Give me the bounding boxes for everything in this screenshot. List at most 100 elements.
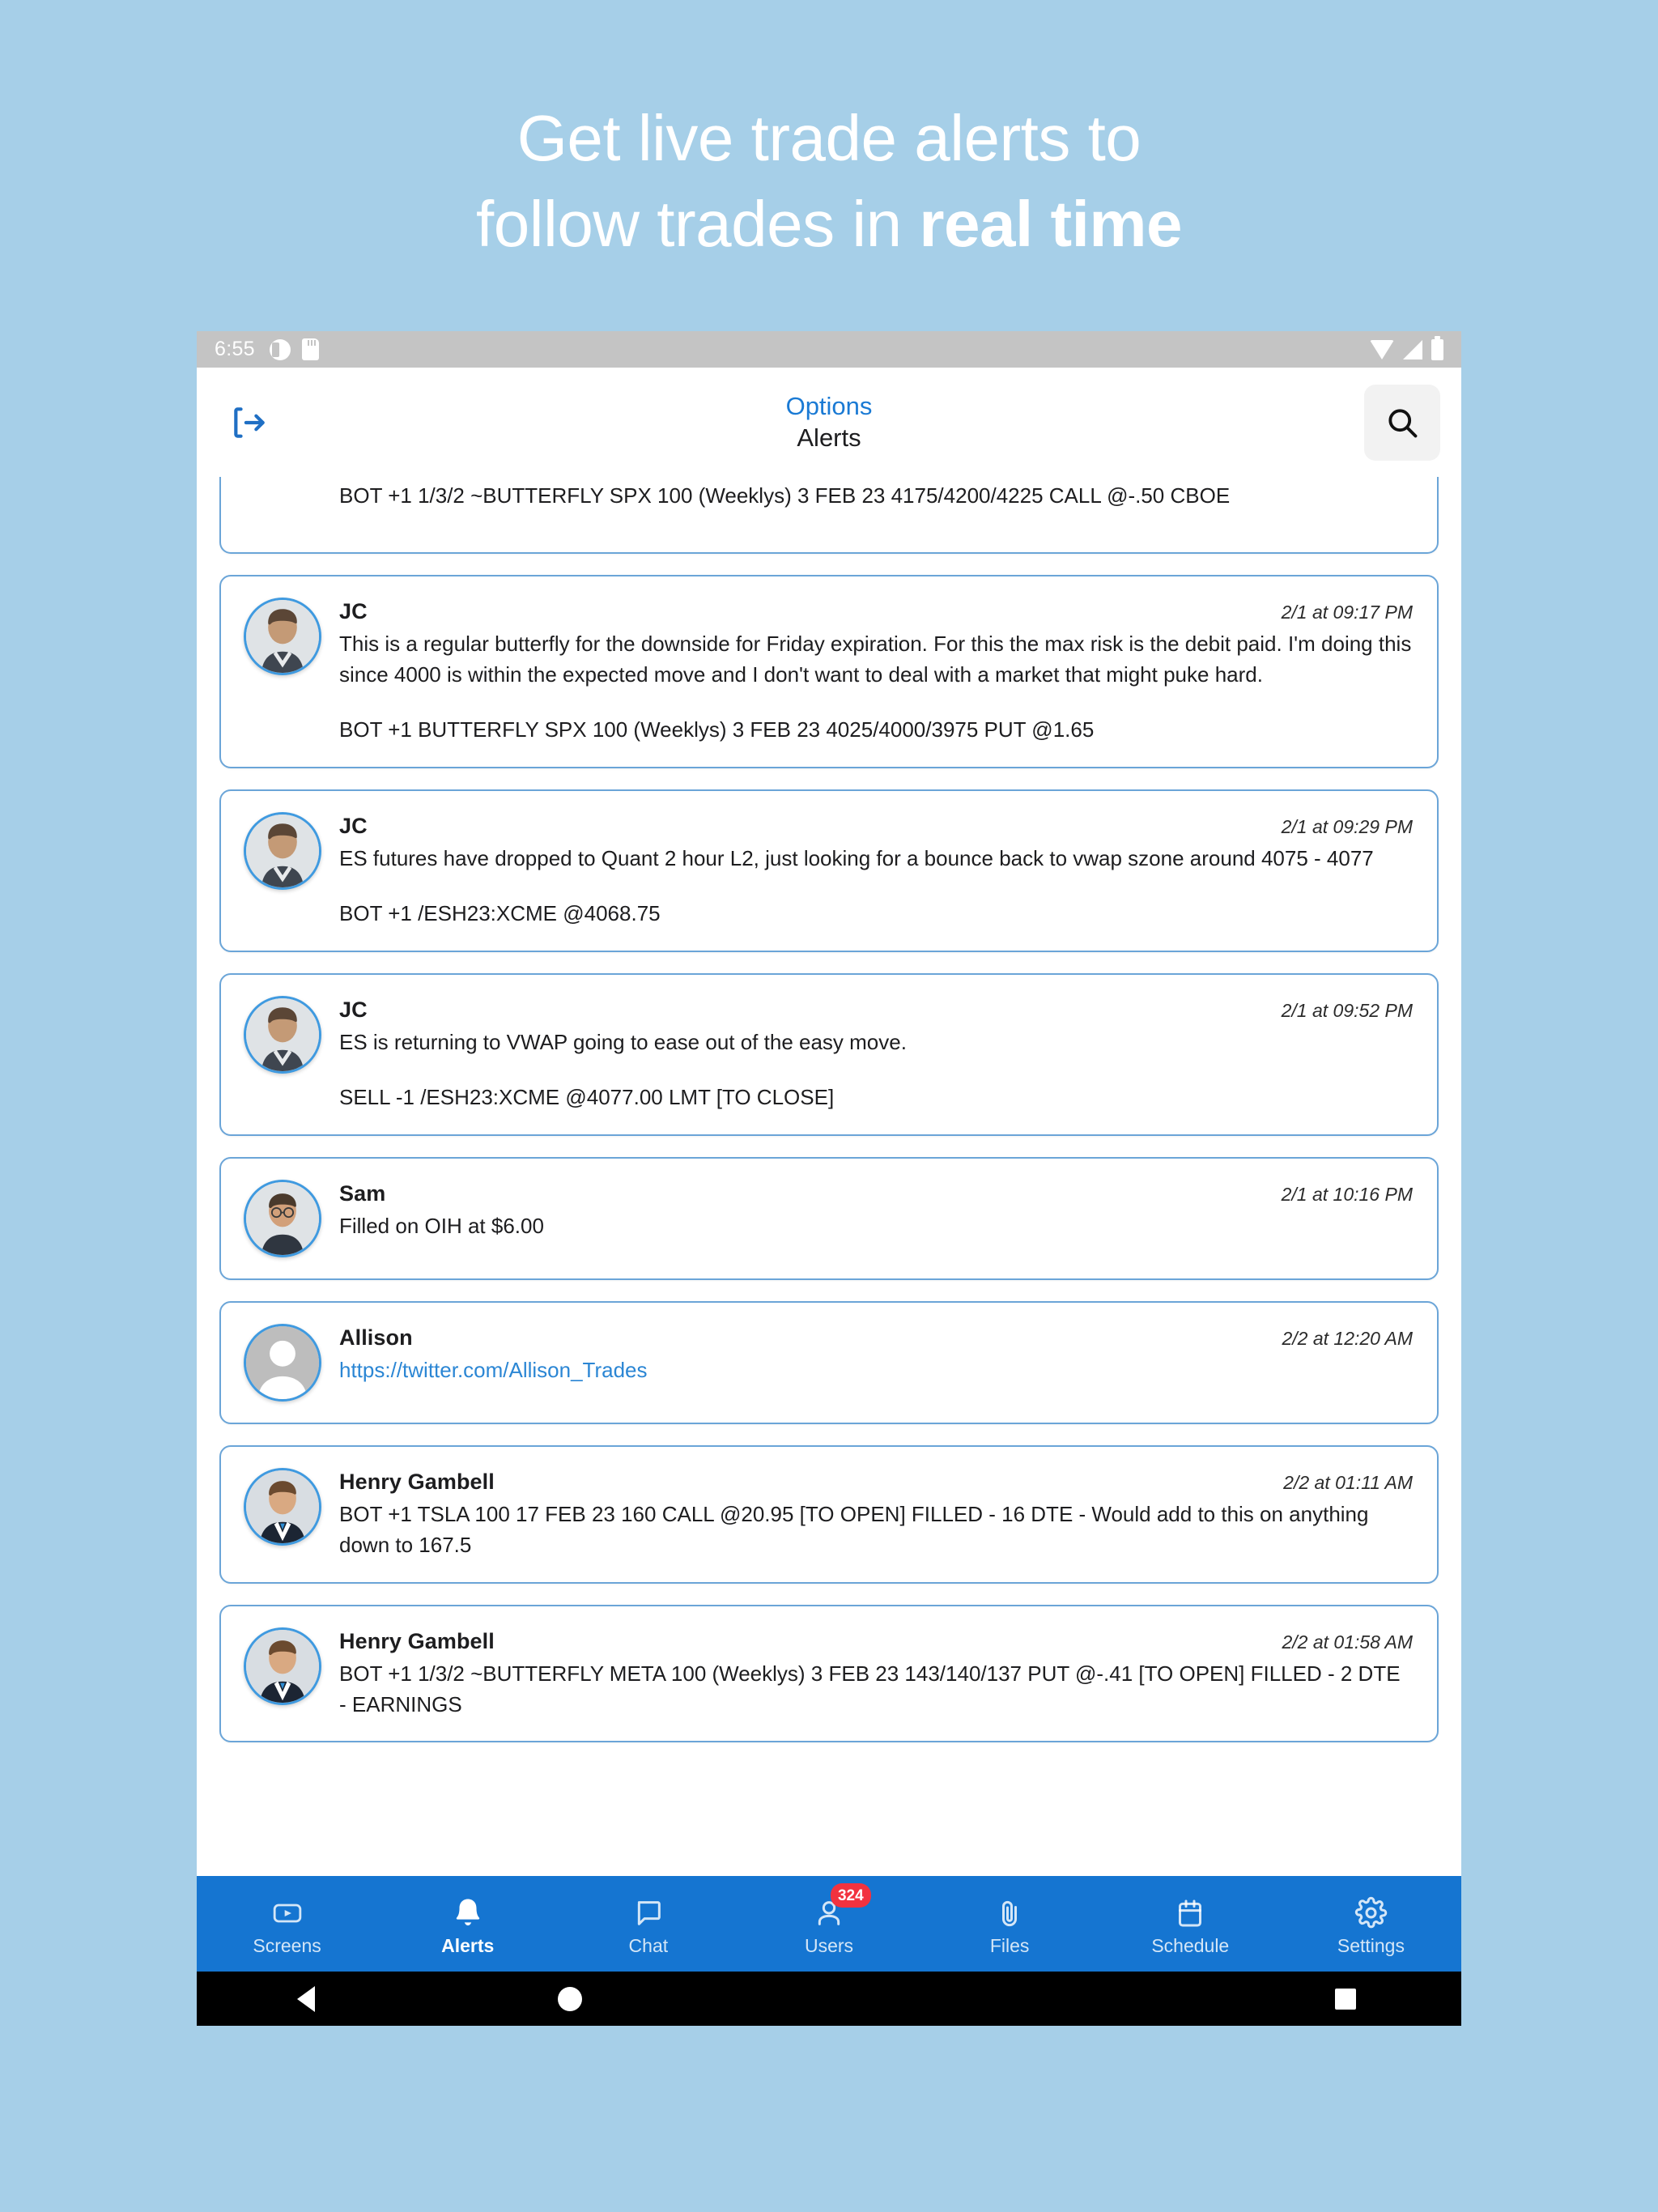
alert-card[interactable]: Henry Gambell 2/2 at 01:11 AM BOT +1 TSL… xyxy=(219,1444,1439,1584)
android-back-icon[interactable] xyxy=(297,1985,315,2012)
search-icon xyxy=(1388,408,1418,437)
android-recents-icon[interactable] xyxy=(1335,1988,1356,2010)
avatar xyxy=(244,1179,321,1257)
avatar-photo-icon xyxy=(246,998,319,1071)
alert-author: JC xyxy=(339,599,368,623)
alert-order-line: BOT +1 1/3/2 ~BUTTERFLY META 100 (Weekly… xyxy=(339,1661,1401,1716)
alert-author: Sam xyxy=(339,1180,386,1206)
avatar xyxy=(244,1627,321,1705)
tab-screens[interactable]: Screens xyxy=(197,1876,377,1972)
chat-icon xyxy=(632,1892,665,1929)
battery-icon xyxy=(1431,335,1443,360)
alert-card-body: JC 2/1 at 09:52 PM ES is returning to VW… xyxy=(339,996,1413,1113)
alert-card-header: Allison 2/2 at 12:20 AM xyxy=(339,1325,1413,1351)
alert-card-body: JC 2/1 at 09:17 PM This is a regular but… xyxy=(339,598,1413,746)
tab-label: Files xyxy=(989,1935,1030,1956)
alert-timestamp: 2/2 at 12:20 AM xyxy=(1282,1327,1413,1349)
avatar-placeholder-icon xyxy=(246,1325,319,1399)
alert-card[interactable]: JC 2/1 at 09:17 PM This is a regular but… xyxy=(219,575,1439,768)
page-title-primary: Options xyxy=(785,391,873,420)
alert-card-clipped[interactable]: BOT +1 1/3/2 ~BUTTERFLY SPX 100 (Weeklys… xyxy=(219,477,1439,554)
alerts-feed[interactable]: BOT +1 1/3/2 ~BUTTERFLY SPX 100 (Weeklys… xyxy=(197,477,1461,1876)
screens-icon xyxy=(271,1892,304,1929)
headline-line-2: follow trades in real time xyxy=(0,181,1658,267)
alert-card-body: Henry Gambell 2/2 at 01:58 AM BOT +1 1/3… xyxy=(339,1627,1413,1721)
avatar xyxy=(244,1467,321,1546)
alert-timestamp: 2/2 at 01:58 AM xyxy=(1282,1631,1413,1653)
alert-card-body: JC 2/1 at 09:29 PM ES futures have dropp… xyxy=(339,812,1413,929)
tab-schedule[interactable]: Schedule xyxy=(1100,1876,1281,1972)
status-bar: 6:55 xyxy=(197,331,1461,368)
tab-alerts[interactable]: Alerts xyxy=(377,1876,558,1972)
alert-card-header: Henry Gambell 2/2 at 01:11 AM xyxy=(339,1470,1413,1495)
alert-order-line: BOT +1 BUTTERFLY SPX 100 (Weeklys) 3 FEB… xyxy=(339,717,1095,742)
alert-order-line: BOT +1 /ESH23:XCME @4068.75 xyxy=(339,900,661,925)
sd-card-icon xyxy=(301,338,319,360)
alert-message: ES is returning to VWAP going to ease ou… xyxy=(339,1029,907,1054)
page-title: Options Alerts xyxy=(197,391,1461,454)
headline-line-2-emphasis: real time xyxy=(919,188,1182,261)
alert-card-header: JC 2/1 at 09:52 PM xyxy=(339,998,1413,1023)
bottom-navigation: Screens Alerts Chat 324 Users Files Sche… xyxy=(197,1876,1461,1972)
paperclip-icon xyxy=(993,1892,1026,1929)
alert-author: JC xyxy=(339,997,368,1022)
alert-author: Henry Gambell xyxy=(339,1628,495,1653)
alert-timestamp: 2/1 at 09:29 PM xyxy=(1281,815,1413,837)
phone-screenshot: 6:55 Options Alerts BOT +1 1/3/2 ~BUTTER… xyxy=(197,331,1461,2026)
status-bar-notification-icons xyxy=(269,338,319,360)
marketing-headline: Get live trade alerts to follow trades i… xyxy=(0,0,1658,268)
calendar-icon xyxy=(1174,1892,1206,1929)
alert-card[interactable]: JC 2/1 at 09:52 PM ES is returning to VW… xyxy=(219,972,1439,1136)
avatar xyxy=(244,1323,321,1402)
tab-settings[interactable]: Settings xyxy=(1281,1876,1461,1972)
alert-message: BOT +1 1/3/2 ~BUTTERFLY SPX 100 (Weeklys… xyxy=(339,483,1231,508)
tab-label: Schedule xyxy=(1151,1935,1230,1956)
alert-timestamp: 2/2 at 01:11 AM xyxy=(1283,1471,1413,1493)
app-header: Options Alerts xyxy=(197,368,1461,477)
avatar xyxy=(244,598,321,675)
alert-card[interactable]: Sam 2/1 at 10:16 PM Filled on OIH at $6.… xyxy=(219,1156,1439,1280)
tab-label: Screens xyxy=(253,1935,321,1956)
alert-card-header: Sam 2/1 at 10:16 PM xyxy=(339,1181,1413,1206)
alert-author: JC xyxy=(339,813,368,838)
alert-card[interactable]: Henry Gambell 2/2 at 01:58 AM BOT +1 1/3… xyxy=(219,1604,1439,1743)
android-home-icon[interactable] xyxy=(558,1986,582,2011)
tab-chat[interactable]: Chat xyxy=(558,1876,738,1972)
tab-label: Chat xyxy=(628,1935,669,1956)
headline-line-1: Get live trade alerts to xyxy=(517,102,1141,174)
wifi-icon xyxy=(1370,339,1394,359)
alert-card-header: JC 2/1 at 09:17 PM xyxy=(339,599,1413,624)
status-bar-clock: 6:55 xyxy=(215,338,255,360)
alert-order-line: BOT +1 TSLA 100 17 FEB 23 160 CALL @20.9… xyxy=(339,1501,1369,1557)
notification-circle-icon xyxy=(269,338,291,360)
alert-author: Allison xyxy=(339,1325,413,1350)
tab-files[interactable]: Files xyxy=(920,1876,1100,1972)
alert-timestamp: 2/1 at 09:17 PM xyxy=(1281,602,1413,623)
logout-icon xyxy=(234,406,265,438)
search-button[interactable] xyxy=(1364,384,1440,461)
alert-timestamp: 2/1 at 10:16 PM xyxy=(1281,1183,1413,1205)
headline-line-2-normal: follow trades in xyxy=(476,188,920,261)
alert-card-body: Henry Gambell 2/2 at 01:11 AM BOT +1 TSL… xyxy=(339,1468,1413,1561)
logout-button[interactable] xyxy=(219,393,279,453)
alert-timestamp: 2/1 at 09:52 PM xyxy=(1281,999,1413,1021)
alert-message: ES futures have dropped to Quant 2 hour … xyxy=(339,845,1374,870)
alert-card[interactable]: Allison 2/2 at 12:20 AM https://twitter.… xyxy=(219,1300,1439,1424)
alert-card[interactable]: JC 2/1 at 09:29 PM ES futures have dropp… xyxy=(219,789,1439,952)
tab-label: Users xyxy=(804,1935,854,1956)
alert-message: This is a regular butterfly for the down… xyxy=(339,632,1412,687)
bell-icon xyxy=(451,1892,485,1929)
alert-card-header: Henry Gambell 2/2 at 01:58 AM xyxy=(339,1629,1413,1654)
avatar-photo-icon xyxy=(246,600,319,673)
avatar xyxy=(244,995,321,1074)
avatar-photo-icon xyxy=(246,814,319,887)
alert-author: Henry Gambell xyxy=(339,1469,495,1494)
alert-message-link[interactable]: https://twitter.com/Allison_Trades xyxy=(339,1355,1413,1386)
avatar-photo-icon xyxy=(246,1470,319,1543)
tab-users[interactable]: 324 Users xyxy=(738,1876,919,1972)
users-icon: 324 xyxy=(813,1883,871,1929)
gear-icon xyxy=(1354,1892,1388,1929)
alert-message: Filled on OIH at $6.00 xyxy=(339,1213,544,1238)
avatar-photo-icon xyxy=(246,1629,319,1703)
android-navigation-bar xyxy=(197,1972,1461,2026)
